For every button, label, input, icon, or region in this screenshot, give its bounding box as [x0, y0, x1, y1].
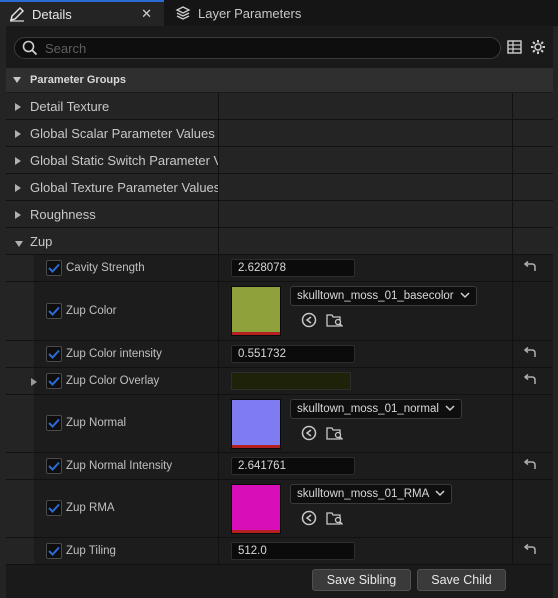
zup-rma-thumbnail[interactable]	[231, 484, 281, 534]
search-row	[6, 34, 553, 64]
property-row-cavity-strength: Cavity Strength 2.628078	[6, 255, 553, 282]
search-box[interactable]	[14, 37, 501, 59]
zup-color-overlay-swatch[interactable]	[231, 372, 351, 390]
group-label: Global Scalar Parameter Values	[30, 126, 215, 141]
search-icon	[22, 40, 38, 59]
zup-color-asset-dropdown[interactable]: skulltown_moss_01_basecolor	[290, 286, 477, 306]
checkbox-zup-color[interactable]	[46, 303, 62, 319]
group-global-scalar[interactable]: Global Scalar Parameter Values	[6, 120, 553, 147]
chevron-right-icon	[14, 182, 22, 196]
checkbox-zup-normal-intensity[interactable]	[46, 458, 62, 474]
group-global-texture[interactable]: Global Texture Parameter Values	[6, 174, 553, 201]
property-row-zup-color-intensity: Zup Color intensity 0.551732	[6, 341, 553, 368]
checkbox-zup-rma[interactable]	[46, 500, 62, 516]
zup-normal-asset-dropdown[interactable]: skulltown_moss_01_normal	[290, 399, 462, 419]
use-selected-asset-icon[interactable]	[299, 508, 319, 528]
checkbox-zup-tiling[interactable]	[46, 543, 62, 559]
zup-normal-intensity-input[interactable]: 2.641761	[231, 457, 355, 475]
zup-normal-thumbnail[interactable]	[231, 399, 281, 449]
property-label: Zup Normal Intensity	[66, 460, 173, 472]
tab-bar: Details ✕ Layer Parameters	[0, 0, 558, 26]
browse-asset-icon[interactable]	[325, 423, 345, 443]
parameter-groups-label: Parameter Groups	[30, 74, 126, 86]
cavity-strength-input[interactable]: 2.628078	[231, 259, 355, 277]
browse-asset-icon[interactable]	[325, 310, 345, 330]
reset-to-default-icon[interactable]	[523, 543, 537, 559]
checkbox-zup-normal[interactable]	[46, 415, 62, 431]
property-label: Zup Normal	[66, 417, 127, 429]
reset-to-default-icon[interactable]	[523, 373, 537, 389]
checkbox-zup-color-intensity[interactable]	[46, 346, 62, 362]
zup-rma-asset-dropdown[interactable]: skulltown_moss_01_RMA	[290, 484, 452, 504]
table-view-icon[interactable]	[507, 40, 522, 57]
tab-details[interactable]: Details ✕	[0, 0, 164, 26]
property-label: Zup Color	[66, 305, 117, 317]
chevron-right-icon	[14, 128, 22, 142]
property-label: Zup Tiling	[66, 545, 116, 557]
checkbox-cavity-strength[interactable]	[46, 260, 62, 276]
save-sibling-button[interactable]: Save Sibling	[312, 569, 411, 591]
reset-to-default-icon[interactable]	[523, 346, 537, 362]
group-global-static-switch[interactable]: Global Static Switch Parameter Values	[6, 147, 553, 174]
reset-to-default-icon[interactable]	[523, 260, 537, 276]
chevron-down-icon	[14, 237, 24, 251]
layers-icon	[174, 4, 192, 22]
gear-icon[interactable]	[530, 39, 546, 58]
property-row-zup-rma: Zup RMA skulltown_moss_01_RMA	[6, 480, 553, 538]
property-label: Zup Color intensity	[66, 348, 162, 360]
chevron-down-icon	[445, 403, 455, 416]
property-row-zup-tiling: Zup Tiling 512.0	[6, 538, 553, 565]
group-label: Roughness	[30, 207, 96, 222]
search-input[interactable]	[45, 40, 485, 56]
use-selected-asset-icon[interactable]	[299, 310, 319, 330]
tab-layer-parameters[interactable]: Layer Parameters	[166, 0, 316, 26]
chevron-right-icon	[14, 209, 22, 223]
chevron-right-icon	[14, 155, 22, 169]
group-roughness[interactable]: Roughness	[6, 201, 553, 228]
property-label: Cavity Strength	[66, 262, 145, 274]
close-icon[interactable]: ✕	[141, 6, 152, 22]
zup-tiling-input[interactable]: 512.0	[231, 542, 355, 560]
use-selected-asset-icon[interactable]	[299, 423, 319, 443]
property-row-zup-normal-intensity: Zup Normal Intensity 2.641761	[6, 453, 553, 480]
details-content: Parameter Groups Detail Texture Global S…	[6, 26, 553, 598]
property-label: Zup RMA	[66, 502, 115, 514]
group-label: Zup	[30, 234, 53, 249]
group-zup[interactable]: Zup	[6, 228, 553, 255]
property-label: Zup Color Overlay	[66, 375, 160, 387]
group-label: Detail Texture	[30, 99, 110, 114]
chevron-right-icon	[14, 101, 22, 115]
reset-to-default-icon[interactable]	[523, 458, 537, 474]
tab-details-label: Details	[32, 6, 72, 22]
property-row-zup-color-overlay: Zup Color Overlay	[6, 368, 553, 395]
parameter-groups-header[interactable]: Parameter Groups	[6, 68, 553, 92]
details-panel: Parameter Groups Detail Texture Global S…	[0, 26, 558, 598]
chevron-down-icon	[12, 73, 22, 87]
property-row-zup-color: Zup Color skulltown_moss_01_basecolor	[6, 282, 553, 341]
save-child-button[interactable]: Save Child	[417, 569, 506, 591]
zup-color-intensity-input[interactable]: 0.551732	[231, 345, 355, 363]
browse-asset-icon[interactable]	[325, 508, 345, 528]
pencil-icon	[8, 5, 26, 23]
zup-color-thumbnail[interactable]	[231, 286, 281, 336]
group-detail-texture[interactable]: Detail Texture	[6, 93, 553, 120]
chevron-down-icon	[435, 488, 445, 501]
checkbox-zup-color-overlay[interactable]	[46, 373, 62, 389]
property-row-zup-normal: Zup Normal skulltown_moss_01_normal	[6, 395, 553, 453]
group-label: Global Static Switch Parameter Values	[30, 153, 218, 168]
tab-layer-parameters-label: Layer Parameters	[198, 5, 302, 21]
group-label: Global Texture Parameter Values	[30, 180, 218, 195]
chevron-down-icon	[460, 290, 470, 303]
chevron-right-icon[interactable]	[30, 376, 38, 390]
